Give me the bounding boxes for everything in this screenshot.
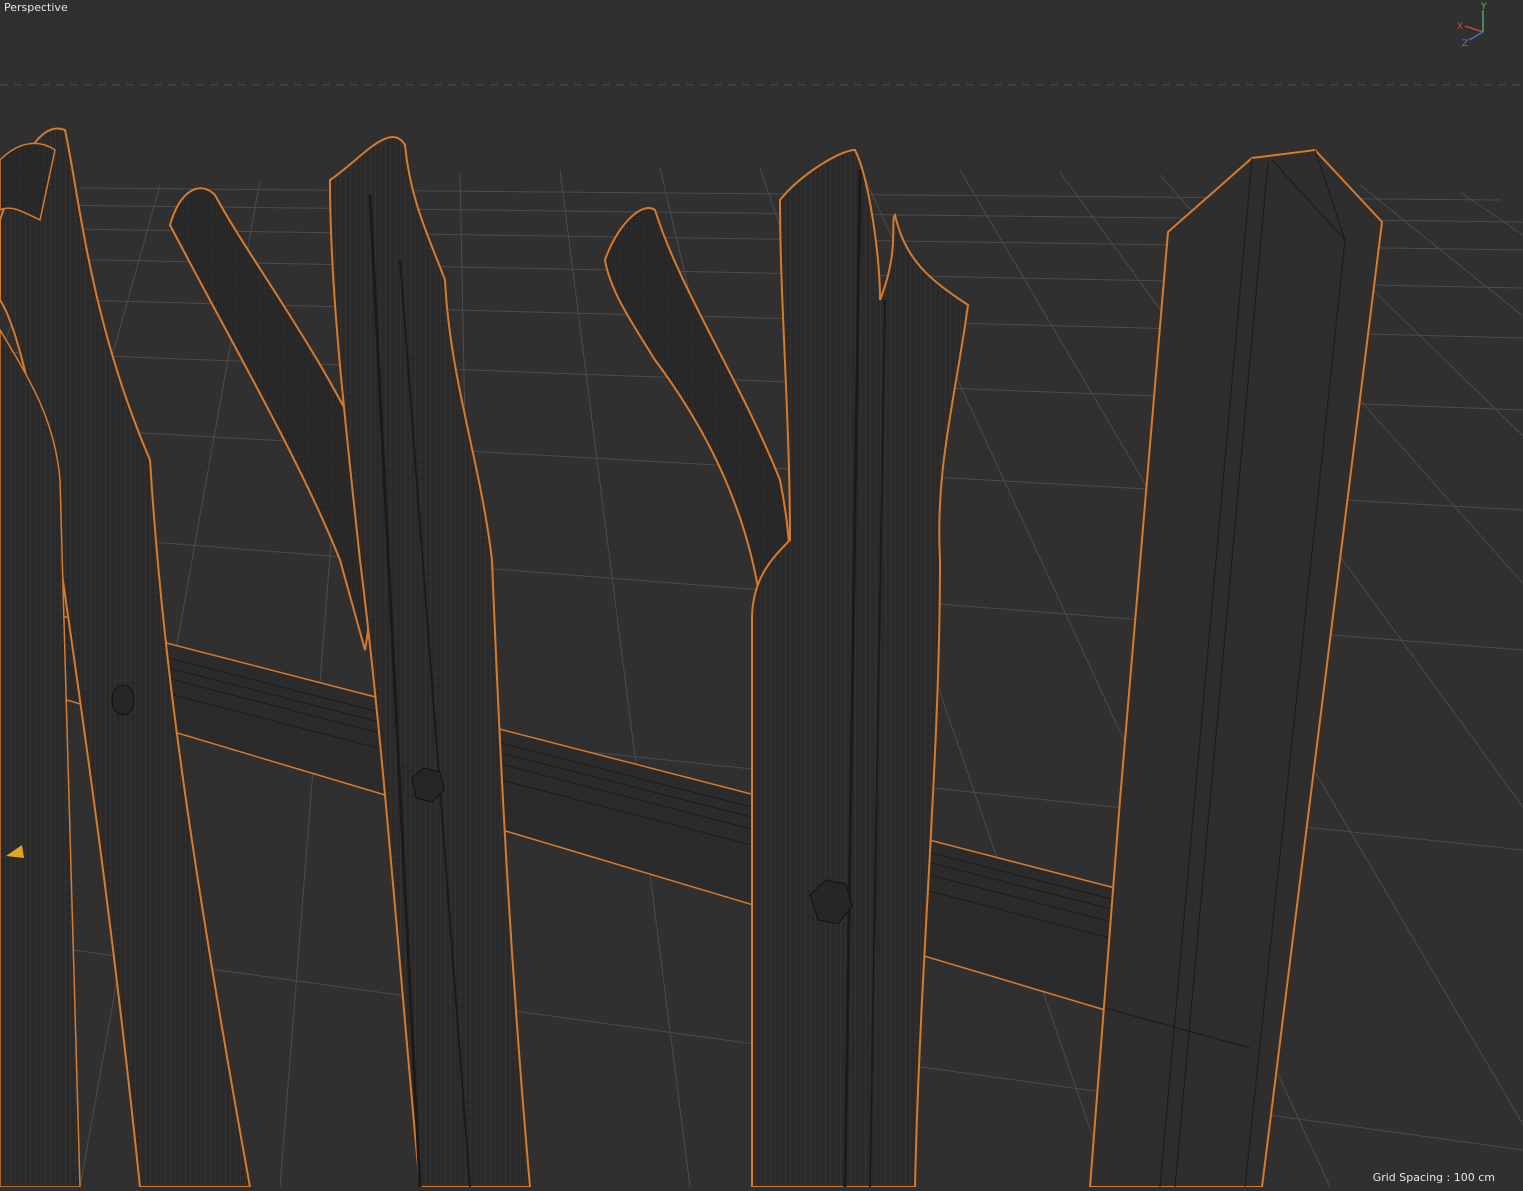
fence-picket-center-right[interactable] — [603, 148, 970, 1188]
axis-gizmo-icon: Y X Z — [1457, 2, 1487, 48]
x-axis-line — [1464, 25, 1484, 33]
3d-viewport[interactable]: Perspective Y X Z Grid Spacing : 100 cm — [0, 0, 1523, 1188]
viewport-scene[interactable] — [0, 0, 1523, 1188]
x-axis-label: X — [1457, 22, 1463, 32]
z-axis-label: Z — [1462, 39, 1468, 48]
fence-post[interactable] — [1088, 148, 1384, 1188]
grid-spacing-readout: Grid Spacing : 100 cm — [1372, 1171, 1495, 1184]
y-axis-label: Y — [1480, 2, 1487, 12]
viewport-view-label[interactable]: Perspective — [4, 1, 68, 14]
z-axis-line — [1468, 31, 1484, 41]
